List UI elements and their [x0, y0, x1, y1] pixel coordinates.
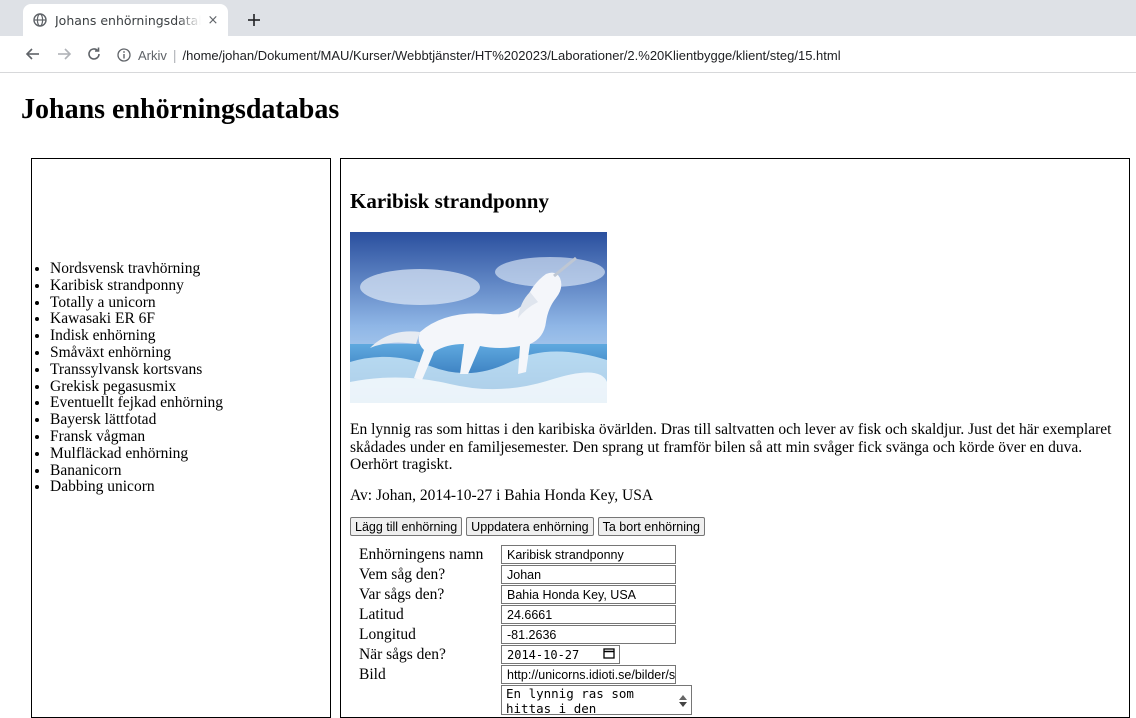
arrow-right-icon — [58, 48, 72, 60]
unicorn-list-item[interactable]: Totally a unicorn — [50, 294, 223, 312]
browser-tab-bar: Johans enhörningsdatabas × — [0, 0, 1136, 36]
when-label: När sågs den? — [359, 645, 446, 663]
image-label: Bild — [359, 665, 386, 683]
address-prefix: Arkiv — [138, 47, 167, 63]
new-tab-button[interactable] — [240, 6, 268, 34]
latitude-input[interactable]: 24.6661 — [501, 605, 676, 624]
unicorn-list-item[interactable]: Bananicorn — [50, 462, 223, 480]
form-row-who: Vem såg den? Johan — [359, 565, 676, 584]
globe-icon — [33, 13, 47, 27]
calendar-icon[interactable] — [603, 647, 615, 662]
when-date-value: 2014-10-27 — [507, 647, 580, 662]
info-icon[interactable] — [116, 47, 132, 63]
unicorn-list-item[interactable]: Småväxt enhörning — [50, 344, 223, 362]
update-unicorn-button[interactable]: Uppdatera enhörning — [466, 517, 594, 536]
name-label: Enhörningens namn — [359, 545, 484, 563]
detail-byline: Av: Johan, 2014-10-27 i Bahia Honda Key,… — [350, 487, 654, 504]
address-url[interactable]: /home/johan/Dokument/MAU/Kurser/Webbtjän… — [183, 48, 841, 63]
form-row-latitude: Latitud 24.6661 — [359, 605, 676, 624]
browser-tab[interactable]: Johans enhörningsdatabas × — [23, 4, 228, 36]
tab-title: Johans enhörningsdatabas — [55, 12, 201, 28]
where-input[interactable]: Bahia Honda Key, USA — [501, 585, 676, 604]
who-label: Vem såg den? — [359, 565, 446, 583]
latitude-label: Latitud — [359, 605, 404, 623]
plus-icon — [248, 14, 260, 26]
unicorn-list: Nordsvensk travhörningKaribisk strandpon… — [32, 260, 223, 496]
detail-panel: Karibisk strandponny En lynnig ras som h… — [340, 158, 1130, 718]
when-date-input[interactable]: 2014-10-27 — [501, 645, 620, 664]
browser-toolbar: Arkiv | /home/johan/Dokument/MAU/Kurser/… — [0, 36, 1136, 73]
scroll-up-icon[interactable] — [679, 695, 687, 700]
form-row-longitude: Longitud -81.2636 — [359, 625, 676, 644]
back-button[interactable] — [19, 40, 47, 68]
address-separator: | — [172, 47, 177, 63]
unicorn-list-item[interactable]: Fransk vågman — [50, 428, 223, 446]
tab-close-button[interactable]: × — [205, 13, 221, 28]
unicorn-list-item[interactable]: Bayersk lättfotad — [50, 411, 223, 429]
unicorn-image — [350, 232, 607, 403]
name-input[interactable]: Karibisk strandponny — [501, 545, 676, 564]
unicorn-list-item[interactable]: Eventuellt fejkad enhörning — [50, 395, 223, 412]
unicorn-list-item[interactable]: Mulfläckad enhörning — [50, 445, 223, 463]
where-label: Var sågs den? — [359, 585, 445, 603]
forward-button[interactable] — [50, 40, 78, 68]
arrow-left-icon — [25, 48, 39, 60]
who-input[interactable]: Johan — [501, 565, 676, 584]
page-title: Johans enhörningsdatabas — [21, 94, 340, 125]
longitude-input[interactable]: -81.2636 — [501, 625, 676, 644]
delete-unicorn-button[interactable]: Ta bort enhörning — [597, 517, 705, 536]
unicorn-list-item[interactable]: Transsylvansk kortsvans — [50, 361, 223, 379]
unicorn-list-item[interactable]: Kawasaki ER 6F — [50, 311, 223, 328]
unicorn-list-item[interactable]: Indisk enhörning — [50, 327, 223, 345]
unicorn-list-item[interactable]: Nordsvensk travhörning — [50, 260, 223, 278]
address-bar[interactable]: Arkiv | /home/johan/Dokument/MAU/Kurser/… — [116, 44, 1136, 66]
reload-icon — [88, 47, 100, 60]
form-row-when: När sågs den? 2014-10-27 — [359, 645, 620, 664]
form-row-image: Bild http://unicorns.idioti.se/bilder/s — [359, 665, 676, 684]
image-url-input[interactable]: http://unicorns.idioti.se/bilder/s — [501, 665, 676, 684]
unicorn-list-item[interactable]: Dabbing unicorn — [50, 479, 223, 496]
unicorn-list-item[interactable]: Karibisk strandponny — [50, 277, 223, 295]
detail-description: En lynnig ras som hittas i den karibiska… — [350, 421, 1112, 473]
page-content: Johans enhörningsdatabas Nordsvensk trav… — [0, 74, 1136, 718]
reload-button[interactable] — [80, 40, 108, 68]
detail-title: Karibisk strandponny — [350, 189, 549, 213]
add-unicorn-button[interactable]: Lägg till enhörning — [350, 517, 463, 536]
form-row-name: Enhörningens namn Karibisk strandponny — [359, 545, 676, 564]
longitude-label: Longitud — [359, 625, 416, 643]
unicorn-list-item[interactable]: Grekisk pegasusmix — [50, 378, 223, 396]
form-row-where: Var sågs den? Bahia Honda Key, USA — [359, 585, 676, 604]
scroll-down-icon[interactable] — [679, 702, 687, 707]
action-buttons: Lägg till enhörning Uppdatera enhörning … — [350, 517, 705, 536]
